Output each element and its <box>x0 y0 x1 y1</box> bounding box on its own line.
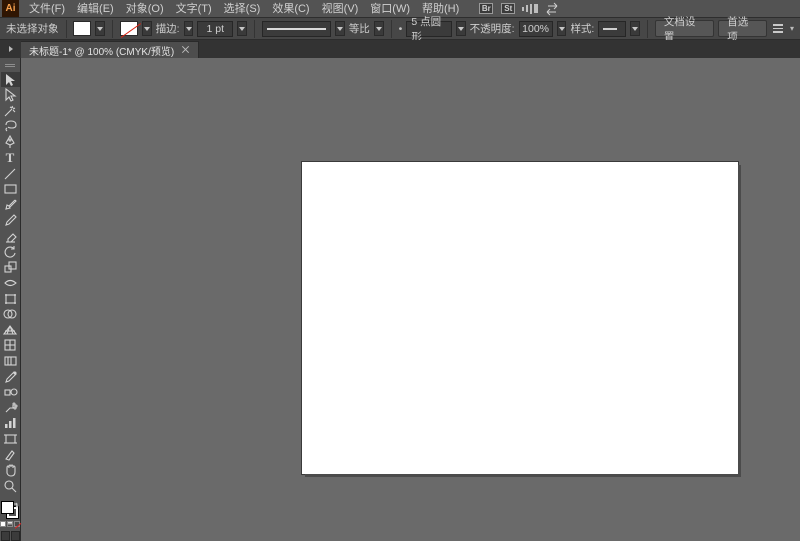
column-graph-tool[interactable] <box>1 416 20 432</box>
rotate-tool[interactable] <box>1 244 20 260</box>
symbol-sprayer-tool[interactable] <box>1 400 20 416</box>
document-stage[interactable] <box>21 58 800 541</box>
color-mode-gradient[interactable] <box>7 521 13 527</box>
menu-type[interactable]: 文字(T) <box>170 0 218 18</box>
fill-stroke-color-proxy[interactable] <box>0 500 20 520</box>
document-tab[interactable]: 未标题-1* @ 100% (CMYK/预览) <box>21 41 199 58</box>
bridge-launch-button[interactable]: Br <box>477 1 495 17</box>
brush-definition-menu[interactable] <box>335 21 345 36</box>
arrange-documents-button[interactable]: ▾ <box>521 1 539 17</box>
artboard-tool[interactable] <box>1 431 20 447</box>
artboard[interactable] <box>302 162 738 474</box>
tools-grip[interactable] <box>0 62 20 70</box>
scale-tool[interactable] <box>1 260 20 276</box>
pencil-tool[interactable] <box>1 213 20 229</box>
color-mode-solid[interactable] <box>0 521 6 527</box>
variable-width-profile-field[interactable]: 5 点圆形 <box>406 21 451 37</box>
document-setup-button[interactable]: 文档设置 <box>655 20 714 37</box>
rectangle-tool[interactable] <box>1 181 20 197</box>
workspace-switcher-button[interactable] <box>543 1 561 17</box>
type-tool[interactable]: T <box>1 150 20 166</box>
menu-effect[interactable]: 效果(C) <box>266 0 315 18</box>
free-transform-tool[interactable] <box>1 291 20 307</box>
stroke-label: 描边: <box>156 21 180 36</box>
graphic-style-field[interactable] <box>598 21 626 37</box>
mesh-tool[interactable] <box>1 338 20 354</box>
eraser-tool[interactable] <box>1 228 20 244</box>
options-bar-flyout-button[interactable] <box>771 24 786 33</box>
brush-uniform-label: 等比 <box>349 21 370 36</box>
app-logo: Ai <box>2 0 19 17</box>
stroke-swatch[interactable] <box>120 21 138 36</box>
menu-window[interactable]: 窗口(W) <box>364 0 416 18</box>
tools-panel: T <box>0 58 21 541</box>
color-mode-buttons <box>0 521 20 527</box>
fill-swatch[interactable] <box>73 21 91 36</box>
document-tab-bar: 未标题-1* @ 100% (CMYK/预览) <box>21 40 800 58</box>
stroke-weight-stepper[interactable] <box>184 21 194 36</box>
swap-fill-stroke-button[interactable] <box>13 500 20 507</box>
zoom-tool[interactable] <box>1 478 20 494</box>
perspective-grid-tool[interactable] <box>1 322 20 338</box>
slice-tool[interactable] <box>1 447 20 463</box>
menu-object[interactable]: 对象(O) <box>120 0 170 18</box>
opacity-label: 不透明度: <box>470 21 515 36</box>
width-tool[interactable] <box>1 275 20 291</box>
selection-tool[interactable] <box>1 72 20 88</box>
draw-normal-button[interactable] <box>1 531 10 541</box>
paintbrush-tool[interactable] <box>1 197 20 213</box>
brush-definition-field[interactable] <box>262 21 331 37</box>
tab-scroll-button[interactable] <box>0 40 21 58</box>
stroke-weight-field[interactable]: 1 pt <box>197 21 233 37</box>
blend-tool[interactable] <box>1 384 20 400</box>
graphic-style-label: 样式: <box>570 21 594 36</box>
menu-edit[interactable]: 编辑(E) <box>71 0 120 18</box>
brush-uniform-menu[interactable] <box>374 21 384 36</box>
line-segment-tool[interactable] <box>1 166 20 182</box>
variable-width-profile-menu[interactable] <box>456 21 466 36</box>
document-tab-title: 未标题-1* @ 100% (CMYK/预览) <box>29 43 174 58</box>
preferences-button[interactable]: 首选项 <box>718 20 767 37</box>
tab-close-button[interactable] <box>182 46 190 54</box>
shape-builder-tool[interactable] <box>1 306 20 322</box>
stroke-swatch-menu[interactable] <box>142 21 152 36</box>
magic-wand-tool[interactable] <box>1 103 20 119</box>
graphic-style-menu[interactable] <box>630 21 640 36</box>
opacity-menu[interactable] <box>557 21 567 36</box>
menu-file[interactable]: 文件(F) <box>23 0 71 18</box>
pen-tool[interactable] <box>1 134 20 150</box>
fill-swatch-menu[interactable] <box>95 21 105 36</box>
gradient-tool[interactable] <box>1 353 20 369</box>
stroke-weight-menu[interactable] <box>237 21 247 36</box>
opacity-field[interactable]: 100% <box>519 21 553 37</box>
lasso-tool[interactable] <box>1 119 20 135</box>
draw-behind-button[interactable] <box>11 531 20 541</box>
color-mode-none[interactable] <box>14 521 20 527</box>
screen-mode-buttons <box>1 531 20 541</box>
stock-launch-button[interactable]: St <box>499 1 517 17</box>
direct-selection-tool[interactable] <box>1 87 20 103</box>
options-bar: 未选择对象 描边: 1 pt 等比 • 5 点圆形 不透明度: 100% 样式:… <box>0 18 800 40</box>
menu-view[interactable]: 视图(V) <box>316 0 365 18</box>
menu-select[interactable]: 选择(S) <box>218 0 267 18</box>
eyedropper-tool[interactable] <box>1 369 20 385</box>
hand-tool[interactable] <box>1 462 20 478</box>
selection-status-label: 未选择对象 <box>6 21 59 36</box>
